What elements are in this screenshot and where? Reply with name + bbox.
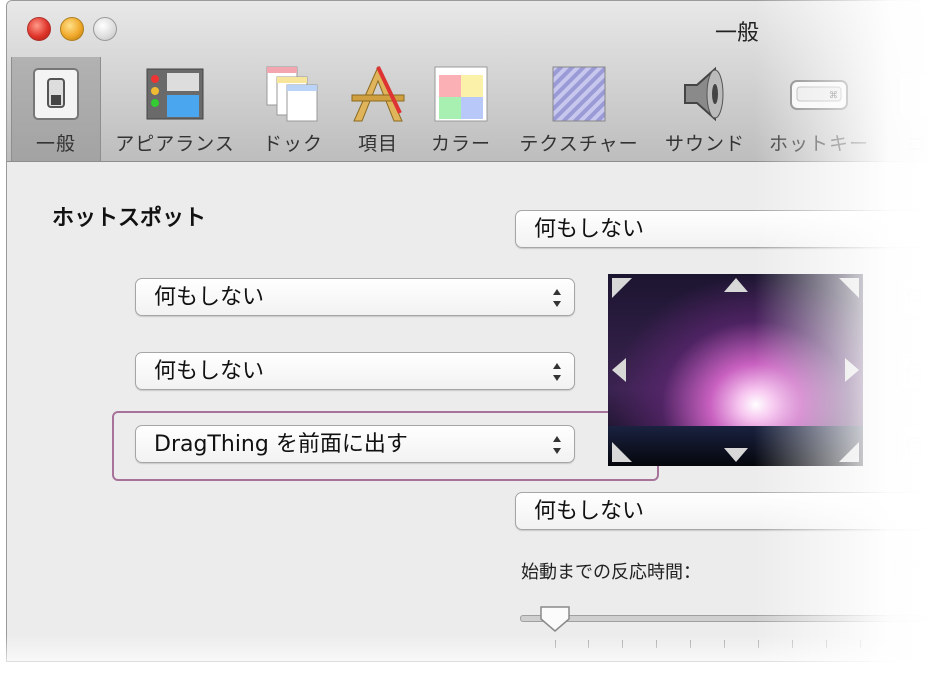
updown-arrows-icon [553,289,561,307]
screen-preview-image [608,274,863,466]
tab-label: ホットキー [768,133,869,155]
corner-arrows [612,278,859,462]
delay-slider-track[interactable] [520,615,934,622]
updown-arrows-icon [553,363,561,381]
tab-label: カラー [430,133,491,155]
hotspot-top-right-popup[interactable]: 何 [896,278,934,316]
tools-icon [351,65,405,122]
top-arrow-icon [724,278,748,292]
tab-label: 一般 [35,133,76,155]
tab-items[interactable]: 項目 [343,57,413,161]
appearance-icon [146,68,204,120]
close-button[interactable] [27,17,51,41]
top-right-arrow-icon [839,278,859,298]
delay-label: 始動までの反応時間： [521,562,701,583]
tab-label: 項目 [357,133,398,155]
hotspot-top-left-popup[interactable]: 何もしない [135,278,575,316]
title-bar: 一般 一般 アピアランス ドック 項目 カラー テクスチャー サウンド ⌘ ホッ… [7,1,934,162]
hotspot-bottom-left-popup[interactable]: DragThing を前面に出す [135,425,575,463]
updown-arrows-icon [553,436,561,454]
keyboard-key-icon: ⌘ [790,80,848,110]
preferences-toolbar: 一般 アピアランス ドック 項目 カラー テクスチャー サウンド ⌘ ホットキー… [7,57,934,161]
tab-hotkeys[interactable]: ⌘ ホットキー [759,57,879,161]
tab-label: サウンド [664,133,745,155]
minimize-button[interactable] [60,17,84,41]
bottom-left-arrow-icon [612,442,632,462]
switch-icon [33,68,79,120]
hotspot-bottom-right-popup[interactable]: 何 [896,425,934,463]
color-palette-icon [434,66,488,122]
right-arrow-icon [845,358,859,382]
hotspot-left-popup[interactable]: 何もしない [135,352,575,390]
window-title: 一般 [714,21,759,46]
tab-trash[interactable]: ゴ [887,57,934,161]
bottom-arrow-icon [724,448,748,462]
tab-general[interactable]: 一般 [11,57,101,161]
popup-value: 何もしない [154,285,265,310]
tab-texture[interactable]: テクスチャー [509,57,649,161]
tab-label: テクスチャー [519,133,639,155]
top-left-arrow-icon [612,278,632,298]
tab-docks[interactable]: ドック [253,57,333,161]
tab-label: アピアランス [115,133,235,155]
delay-slider-knob[interactable] [538,604,572,632]
hotspot-bottom-popup[interactable]: 何もしない [515,492,934,530]
bottom-right-arrow-icon [839,442,859,462]
tab-label: ゴ [906,133,927,155]
popup-value: 何もしない [534,499,645,524]
docks-icon [266,66,318,122]
texture-icon [552,66,606,122]
hotspot-title: ホットスポット [52,206,207,231]
zoom-button[interactable] [93,17,117,41]
tab-color[interactable]: カラー [419,57,503,161]
tab-sound[interactable]: サウンド [657,57,753,161]
tab-appearance[interactable]: アピアランス [105,57,245,161]
hotspot-right-popup[interactable]: 何 [896,352,934,390]
hotspot-top-popup[interactable]: 何もしない [515,210,934,248]
svg-text:⌘: ⌘ [829,91,838,101]
left-arrow-icon [612,358,626,382]
popup-value: 何もしない [154,359,265,384]
popup-value: DragThing を前面に出す [154,432,408,457]
trash-icon [898,72,934,120]
speaker-icon [684,66,724,122]
tab-label: ドック [262,133,323,155]
popup-value: 何もしない [534,217,645,242]
delay-value: 0.2 [893,558,922,579]
